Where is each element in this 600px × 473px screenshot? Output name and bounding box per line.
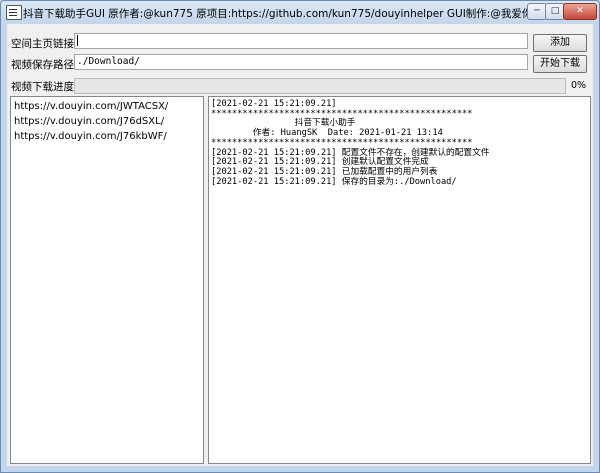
window-title: 抖音下载助手GUI 原作者:@kun775 原项目:https://github… (23, 8, 551, 20)
log-output: [2021-02-21 15:21:09.21] ****************… (209, 97, 590, 190)
list-item[interactable]: https://v.douyin.com/J76dSXL/ (11, 114, 203, 129)
save-path-input[interactable]: ./Download/ (74, 54, 528, 70)
close-button[interactable]: ✕ (563, 3, 597, 20)
progress-percent: 0% (571, 80, 587, 91)
start-download-button[interactable]: 开始下载 (533, 55, 587, 73)
list-item[interactable]: https://v.douyin.com/JWTACSX/ (11, 99, 203, 114)
list-item[interactable]: https://v.douyin.com/J76kbWF/ (11, 129, 203, 144)
title-bar[interactable]: 抖音下载助手GUI 原作者:@kun775 原项目:https://github… (1, 1, 599, 23)
progress-label: 视频下载进度 (11, 81, 74, 93)
download-progress-bar (74, 78, 566, 94)
add-button[interactable]: 添加 (533, 34, 587, 52)
minimize-button[interactable]: ─ (527, 3, 547, 20)
log-line: [2021-02-21 15:21:09.21] 保存的目录为:./Downlo… (211, 176, 457, 187)
maximize-button[interactable]: □ (545, 3, 565, 20)
main-content: 空间主页链接 添加 视频保存路径 ./Download/ 开始下载 视频下载进度… (7, 24, 593, 466)
log-panel[interactable]: [2021-02-21 15:21:09.21] ****************… (208, 96, 591, 464)
url-list[interactable]: https://v.douyin.com/JWTACSX/https://v.d… (10, 96, 204, 464)
homepage-label: 空间主页链接 (11, 38, 74, 50)
app-icon (6, 5, 22, 20)
text-caret (77, 35, 78, 46)
homepage-url-input[interactable] (74, 33, 528, 49)
save-path-label: 视频保存路径 (11, 59, 74, 71)
app-window: 抖音下载助手GUI 原作者:@kun775 原项目:https://github… (0, 0, 600, 473)
